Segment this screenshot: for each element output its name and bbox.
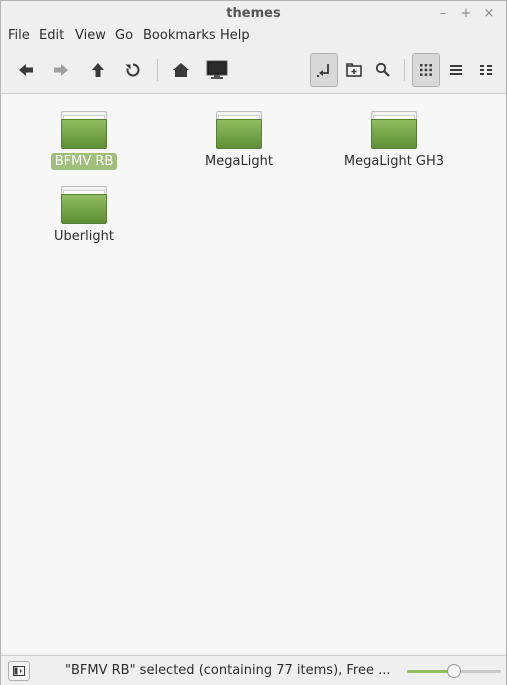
folder-icon xyxy=(371,111,417,149)
folder-label: MegaLight GH3 xyxy=(343,154,445,169)
compact-view-icon xyxy=(480,65,492,75)
minimize-button[interactable]: – xyxy=(434,5,452,23)
reload-icon xyxy=(125,63,140,77)
icon-view-icon xyxy=(420,64,432,76)
reload-button[interactable] xyxy=(119,53,147,87)
folder-label: BFMV RB xyxy=(50,153,118,170)
computer-icon xyxy=(206,60,228,79)
menu-bookmarks[interactable]: Bookmarks xyxy=(143,28,216,43)
folder-item[interactable]: MegaLight GH3 xyxy=(334,111,454,170)
icon-view-button[interactable] xyxy=(412,53,440,87)
search-button[interactable] xyxy=(369,53,397,87)
toggle-location-icon xyxy=(317,64,329,77)
close-button[interactable]: × xyxy=(480,5,498,23)
up-icon xyxy=(92,63,104,77)
sidebar-toggle-button[interactable] xyxy=(8,661,30,681)
zoom-slider-knob[interactable] xyxy=(447,664,461,678)
folder-item[interactable]: BFMV RB xyxy=(24,111,144,170)
menubar: File Edit View Go Bookmarks Help xyxy=(1,27,506,47)
home-icon xyxy=(173,63,189,77)
sidebar-toggle-icon xyxy=(13,666,25,676)
compact-view-button[interactable] xyxy=(472,53,500,87)
computer-button[interactable] xyxy=(203,53,231,87)
list-view-icon xyxy=(450,65,462,75)
menu-help[interactable]: Help xyxy=(220,28,250,43)
forward-icon xyxy=(54,64,68,76)
folder-icon xyxy=(61,111,107,149)
menu-view[interactable]: View xyxy=(75,28,106,43)
new-folder-button[interactable] xyxy=(340,53,368,87)
menu-file[interactable]: File xyxy=(8,28,30,43)
up-button[interactable] xyxy=(84,53,112,87)
toggle-location-button[interactable] xyxy=(310,53,338,87)
folder-label: Uberlight xyxy=(54,229,114,244)
titlebar[interactable]: themes – + × xyxy=(1,1,506,27)
list-view-button[interactable] xyxy=(442,53,470,87)
folder-icon xyxy=(61,186,107,224)
file-view[interactable]: BFMV RB MegaLight MegaLight GH3 Uberligh… xyxy=(1,93,506,653)
toolbar-separator xyxy=(157,59,158,81)
zoom-slider[interactable] xyxy=(407,664,501,678)
window-title: themes xyxy=(226,6,281,21)
forward-button[interactable] xyxy=(47,53,75,87)
menu-go[interactable]: Go xyxy=(115,28,133,43)
back-icon xyxy=(19,64,33,76)
toolbar xyxy=(1,49,506,91)
maximize-button[interactable]: + xyxy=(457,5,475,23)
folder-label: MegaLight xyxy=(205,154,273,169)
file-manager-window: themes – + × File Edit View Go Bookmarks… xyxy=(0,0,507,685)
toolbar-separator xyxy=(404,59,405,81)
folder-item[interactable]: Uberlight xyxy=(24,186,144,245)
statusbar: "BFMV RB" selected (containing 77 items)… xyxy=(1,655,506,685)
home-button[interactable] xyxy=(167,53,195,87)
folder-item[interactable]: MegaLight xyxy=(179,111,299,170)
search-icon xyxy=(375,62,390,77)
menu-edit[interactable]: Edit xyxy=(39,28,64,43)
status-text: "BFMV RB" selected (containing 77 items)… xyxy=(65,663,391,678)
folder-icon xyxy=(216,111,262,149)
back-button[interactable] xyxy=(12,53,40,87)
new-folder-icon xyxy=(346,63,362,77)
